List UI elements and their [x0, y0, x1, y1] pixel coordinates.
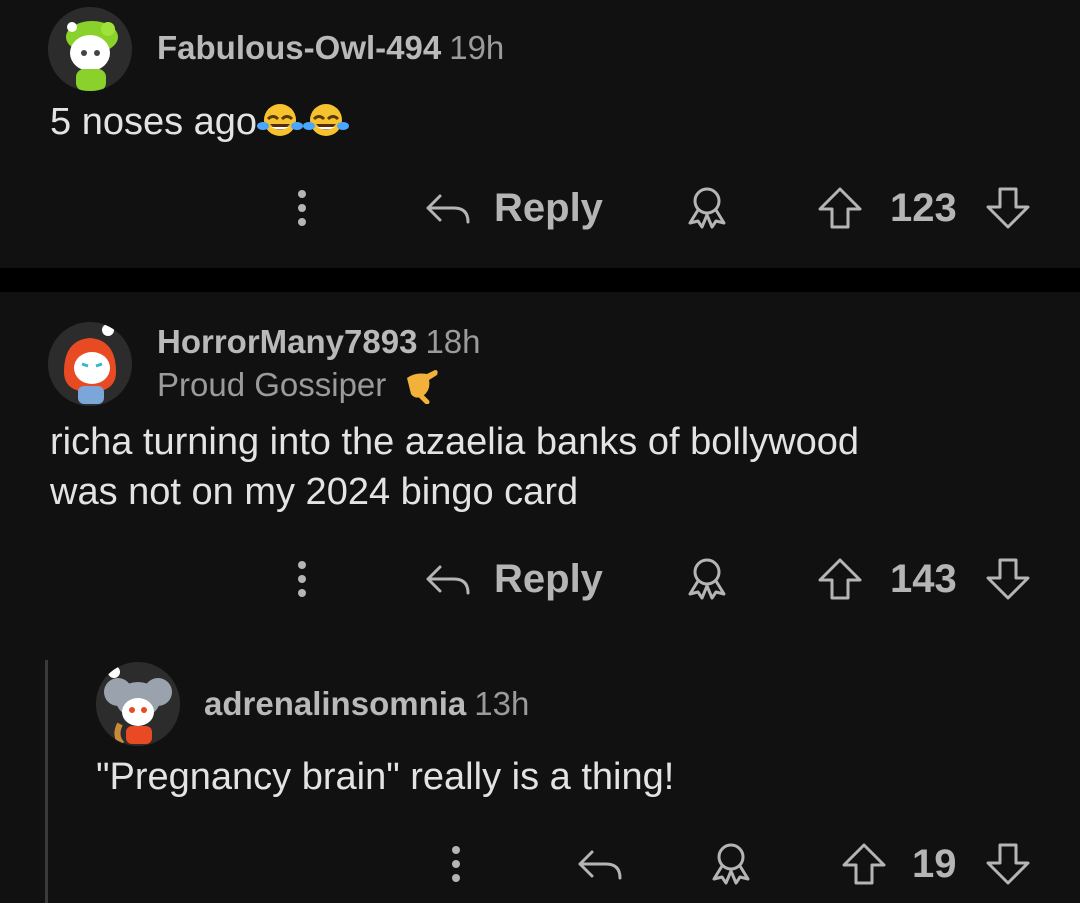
- hand-pointing-icon: [407, 370, 439, 405]
- snoo-avatar-icon: [48, 322, 132, 406]
- comment-text: 5 noses ago: [50, 101, 258, 143]
- comment-body-line-2: was not on my 2024 bingo card: [50, 471, 579, 513]
- comment-divider: [0, 268, 1080, 292]
- more-options-button[interactable]: [444, 834, 468, 894]
- comment-body: "Pregnancy brain" really is a thing!: [96, 756, 675, 798]
- comment-actions: Reply 123: [0, 178, 1080, 238]
- award-icon: [712, 843, 750, 885]
- timestamp: 13h: [474, 685, 530, 722]
- reply-label: Reply: [494, 185, 603, 230]
- upvote-button[interactable]: [840, 834, 888, 894]
- upvote-button[interactable]: [816, 549, 864, 609]
- reply-button[interactable]: Reply: [424, 549, 603, 609]
- vote-count: 123: [890, 185, 957, 230]
- reply-arrow-icon: [578, 850, 622, 880]
- snoo-avatar-icon: [48, 7, 132, 91]
- reply-button[interactable]: Reply: [424, 178, 603, 238]
- reply-arrow-icon: [426, 194, 470, 224]
- more-options-button[interactable]: [290, 178, 314, 238]
- upvote-arrow-icon: [818, 187, 862, 229]
- vote-count: 143: [890, 556, 957, 601]
- more-vertical-icon: [298, 561, 306, 597]
- user-flair: Proud Gossiper: [157, 364, 441, 405]
- snoo-avatar-icon: [96, 662, 180, 746]
- more-vertical-icon: [298, 190, 306, 226]
- award-button[interactable]: [708, 834, 754, 894]
- comment-body: 5 noses ago: [50, 97, 350, 147]
- award-icon: [688, 187, 726, 229]
- comment-actions: 19: [0, 834, 1080, 894]
- flair-text: Proud Gossiper: [157, 366, 387, 403]
- downvote-button[interactable]: [984, 178, 1032, 238]
- award-icon: [688, 558, 726, 600]
- timestamp: 18h: [425, 323, 481, 360]
- tears-of-joy-icon: [303, 104, 350, 136]
- comment-body-line-1: richa turning into the azaelia banks of …: [50, 421, 860, 463]
- avatar[interactable]: [48, 7, 132, 91]
- username[interactable]: HorrorMany7893: [157, 323, 417, 360]
- downvote-arrow-icon: [986, 187, 1030, 229]
- downvote-button[interactable]: [984, 549, 1032, 609]
- comment-actions: Reply 143: [0, 549, 1080, 609]
- reply-arrow-icon: [426, 565, 470, 595]
- award-button[interactable]: [684, 178, 730, 238]
- timestamp: 19h: [449, 29, 505, 66]
- vote-count: 19: [912, 841, 957, 886]
- reply-button[interactable]: [576, 834, 624, 894]
- upvote-arrow-icon: [842, 843, 886, 885]
- award-button[interactable]: [684, 549, 730, 609]
- tears-of-joy-icon: [257, 104, 304, 136]
- downvote-arrow-icon: [986, 843, 1030, 885]
- username[interactable]: Fabulous-Owl-494: [157, 29, 441, 66]
- downvote-arrow-icon: [986, 558, 1030, 600]
- avatar[interactable]: [48, 322, 132, 406]
- username[interactable]: adrenalinsomnia: [204, 685, 466, 722]
- more-options-button[interactable]: [290, 549, 314, 609]
- upvote-arrow-icon: [818, 558, 862, 600]
- upvote-button[interactable]: [816, 178, 864, 238]
- downvote-button[interactable]: [984, 834, 1032, 894]
- avatar[interactable]: [96, 662, 180, 746]
- reply-label: Reply: [494, 556, 603, 601]
- more-vertical-icon: [452, 846, 460, 882]
